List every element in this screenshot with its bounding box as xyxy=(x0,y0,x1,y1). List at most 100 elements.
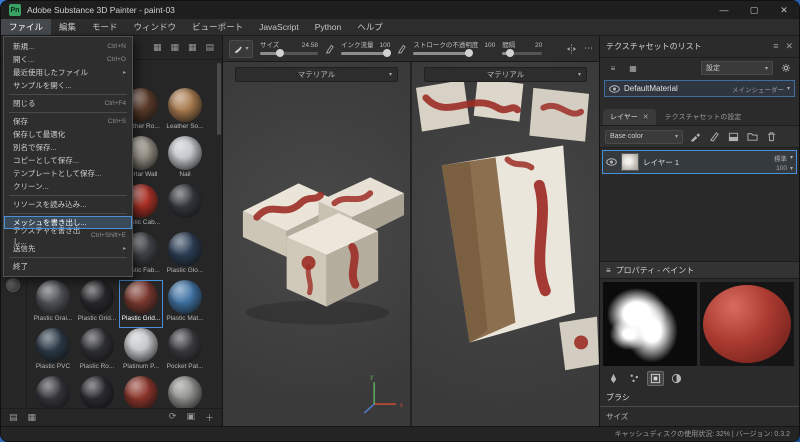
menu-item-close[interactable]: 閉じるCtrl+F4 xyxy=(4,97,132,110)
menu-item-exit[interactable]: 終了 xyxy=(4,260,132,273)
gear-icon[interactable] xyxy=(779,62,793,75)
view-large-icon[interactable]: ▦ xyxy=(188,42,197,53)
layer-opacity-dropdown[interactable]: 100▾ xyxy=(776,165,793,172)
list-view-icon[interactable]: ▤ xyxy=(9,412,18,423)
panel-close-icon[interactable]: ✕ xyxy=(785,41,793,52)
material-mode-icon[interactable] xyxy=(668,371,685,386)
texture-set-row-selected[interactable]: DefaultMaterial メインシェーダー ▾ xyxy=(604,80,795,97)
shader-dropdown[interactable]: メインシェーダー ▾ xyxy=(732,84,790,94)
menu-item-save-as[interactable]: 別名で保存... xyxy=(4,141,132,154)
material-item[interactable]: Plastic Mat... xyxy=(163,280,207,328)
minimize-button[interactable]: — xyxy=(709,1,739,19)
panel-menu-icon[interactable]: ≡ xyxy=(773,41,778,52)
delete-layer-trash-icon[interactable] xyxy=(764,130,778,143)
menu-window[interactable]: ウィンドウ xyxy=(126,19,185,35)
shelf-scrollbar[interactable] xyxy=(217,63,221,135)
material-item[interactable]: Leather So... xyxy=(163,88,207,136)
symmetry-icon[interactable] xyxy=(566,44,577,54)
settings-dropdown[interactable]: 設定 ▾ xyxy=(701,61,773,75)
material-item[interactable]: Plastic Glo... xyxy=(163,232,207,280)
view-medium-icon[interactable]: ▦ xyxy=(170,42,179,53)
size-slider[interactable] xyxy=(260,52,318,55)
tab-texture-set-settings[interactable]: テクスチャセットの設定 xyxy=(658,109,749,125)
menu-item-clean[interactable]: クリーン... xyxy=(4,180,132,193)
spacing-slider-handle[interactable] xyxy=(506,49,514,57)
menu-item-save-as-template[interactable]: テンプレートとして保存... xyxy=(4,167,132,180)
material-item-selected[interactable]: Plastic Grid... xyxy=(119,280,163,328)
menu-viewport[interactable]: ビューポート xyxy=(184,19,251,35)
menu-item-recent-files[interactable]: 最近使用したファイル▸ xyxy=(4,66,132,79)
properties-menu-icon[interactable]: ≡ xyxy=(606,266,611,275)
maximize-button[interactable]: ▢ xyxy=(739,1,769,19)
grid-view-icon[interactable]: ▦ xyxy=(28,412,37,423)
size-slider-handle[interactable] xyxy=(276,49,284,57)
brush-tip-icon[interactable] xyxy=(605,371,622,386)
view-small-icon[interactable]: ▦ xyxy=(153,42,162,53)
viewport-2d[interactable]: マテリアル ▾ xyxy=(410,62,599,426)
material-item[interactable]: Plastic Grai... xyxy=(31,280,75,328)
stroke-opacity-slider-handle[interactable] xyxy=(465,49,473,57)
material-item[interactable] xyxy=(163,184,207,232)
menu-file[interactable]: ファイル xyxy=(1,19,51,35)
add-fill-layer-icon[interactable] xyxy=(726,130,740,143)
refresh-icon[interactable]: ⟳ xyxy=(169,411,177,424)
menu-item-save-compact[interactable]: 保存して最適化 xyxy=(4,128,132,141)
menu-item-export-textures[interactable]: テクスチャを書き出し...Ctrl+Shift+E xyxy=(4,229,132,242)
menu-help[interactable]: ヘルプ xyxy=(349,19,391,35)
material-item[interactable]: Nail xyxy=(163,136,207,184)
spacing-slider[interactable] xyxy=(502,52,542,55)
paint-tool-button[interactable]: ▾ xyxy=(229,40,253,58)
close-button[interactable]: ✕ xyxy=(769,1,799,19)
material-item[interactable]: Platinum P... xyxy=(119,328,163,376)
stencil-icon[interactable] xyxy=(647,371,664,386)
pressure-size-icon[interactable] xyxy=(325,44,334,54)
material-sphere xyxy=(168,376,202,408)
add-group-folder-icon[interactable] xyxy=(745,130,759,143)
stroke-opacity-slider[interactable] xyxy=(413,52,469,55)
menu-javascript[interactable]: JavaScript xyxy=(251,19,307,35)
pressure-flow-icon[interactable] xyxy=(397,44,406,54)
menu-python[interactable]: Python xyxy=(307,19,349,35)
add-asset-icon[interactable]: ＋ xyxy=(205,411,214,424)
viewport-3d[interactable]: マテリアル ▾ xyxy=(223,62,410,426)
menu-edit[interactable]: 編集 xyxy=(51,19,84,35)
material-item[interactable]: Plastic Ro... xyxy=(75,328,119,376)
list-mode-icon[interactable]: ≡ xyxy=(606,62,620,75)
view-list-icon[interactable]: ▤ xyxy=(205,42,214,53)
menu-separator xyxy=(9,257,127,258)
menu-item-import-resources[interactable]: リソースを読み込み... xyxy=(4,198,132,211)
menu-item-save[interactable]: 保存Ctrl+S xyxy=(4,115,132,128)
material-item[interactable]: Plastic Grid... xyxy=(75,280,119,328)
material-item[interactable]: Pocket Pat... xyxy=(163,328,207,376)
menu-item-open[interactable]: 開く...Ctrl+O xyxy=(4,53,132,66)
menu-item-save-as-copy[interactable]: コピーとして保存... xyxy=(4,154,132,167)
channel-dropdown[interactable]: Base color ▾ xyxy=(605,130,683,144)
tab-layers[interactable]: レイヤー ✕ xyxy=(603,109,656,125)
brush-alpha-preview[interactable] xyxy=(603,282,697,366)
material-ball-preview[interactable] xyxy=(700,282,794,366)
menu-mode[interactable]: モード xyxy=(84,19,126,35)
more-options-icon[interactable]: ⋯ xyxy=(584,43,593,54)
viewport-2d-material-dropdown[interactable]: マテリアル ▾ xyxy=(424,67,587,82)
layer-eye-icon[interactable] xyxy=(606,158,617,166)
material-item[interactable] xyxy=(31,376,75,408)
material-item[interactable] xyxy=(163,376,207,408)
material-item[interactable] xyxy=(119,376,163,408)
flow-slider-handle[interactable] xyxy=(383,49,391,57)
layer-row-selected[interactable]: レイヤー 1 標準▾ 100▾ xyxy=(602,150,797,174)
menu-item-open-sample[interactable]: サンプルを開く... xyxy=(4,79,132,92)
add-pencil-icon[interactable] xyxy=(707,130,721,143)
eye-icon[interactable] xyxy=(609,85,620,93)
material-item[interactable] xyxy=(75,376,119,408)
filter-icon[interactable]: ▣ xyxy=(186,411,195,424)
material-item[interactable]: Plastic PVC xyxy=(31,328,75,376)
particles-icon[interactable] xyxy=(626,371,643,386)
add-paint-layer-icon[interactable] xyxy=(688,130,702,143)
viewport-3d-material-dropdown[interactable]: マテリアル ▾ xyxy=(235,67,398,82)
flow-slider[interactable] xyxy=(341,52,387,55)
tab-close-icon[interactable]: ✕ xyxy=(643,113,649,121)
blend-mode-dropdown[interactable]: 標準▾ xyxy=(774,153,793,163)
material-sphere-display-icon[interactable] xyxy=(6,278,20,292)
grid-mode-icon[interactable]: ▦ xyxy=(626,62,640,75)
menu-item-new[interactable]: 新規...Ctrl+N xyxy=(4,40,132,53)
